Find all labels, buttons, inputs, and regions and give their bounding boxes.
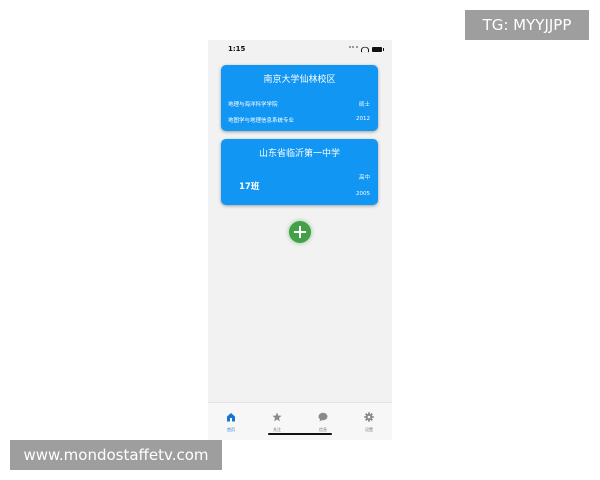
- signal-icon: [349, 46, 358, 52]
- tab-label: 设置: [365, 427, 373, 432]
- card-year: 2012: [356, 116, 370, 122]
- status-time: 1:15: [228, 45, 246, 53]
- battery-icon: [372, 46, 384, 52]
- tab-label: 首页: [227, 427, 235, 432]
- watermark-bottom-left: www.mondostaffetv.com: [10, 440, 222, 470]
- card-college: 地理与海洋科学学院: [228, 102, 278, 108]
- card-degree: 高中: [358, 175, 370, 181]
- watermark-top-right: TG: MYYJJPP: [465, 10, 589, 40]
- education-card-university[interactable]: 南京大学仙林校区 地理与海洋科学学院 硕士 地图学与地理信息系统专业 2012: [221, 65, 378, 131]
- status-icons: [349, 46, 384, 52]
- home-indicator: [268, 433, 332, 435]
- gear-icon: [364, 412, 374, 422]
- phone-screen: 1:15 南京大学仙林校区 地理与海洋科学学院 硕士 地图学与地理信息系统专业 …: [208, 40, 392, 440]
- education-card-highschool[interactable]: 山东省临沂第一中学 17班 高中 2005: [221, 139, 378, 205]
- tab-messages[interactable]: 信息: [308, 407, 338, 433]
- card-class-name: 17班: [239, 182, 260, 192]
- card-major: 地图学与地理信息系统专业: [228, 118, 295, 124]
- tab-follow[interactable]: 关注: [262, 407, 292, 433]
- card-title: 南京大学仙林校区: [263, 75, 336, 85]
- add-button[interactable]: [289, 221, 311, 243]
- home-icon: [227, 413, 235, 422]
- star-icon: [272, 412, 282, 422]
- tab-home[interactable]: 首页: [216, 407, 246, 433]
- status-bar: 1:15: [208, 40, 392, 60]
- message-icon: [318, 412, 328, 422]
- card-year: 2005: [356, 191, 370, 197]
- tab-settings[interactable]: 设置: [354, 407, 384, 433]
- card-degree: 硕士: [358, 102, 370, 108]
- card-title: 山东省临沂第一中学: [258, 149, 340, 159]
- wifi-icon: [361, 46, 369, 52]
